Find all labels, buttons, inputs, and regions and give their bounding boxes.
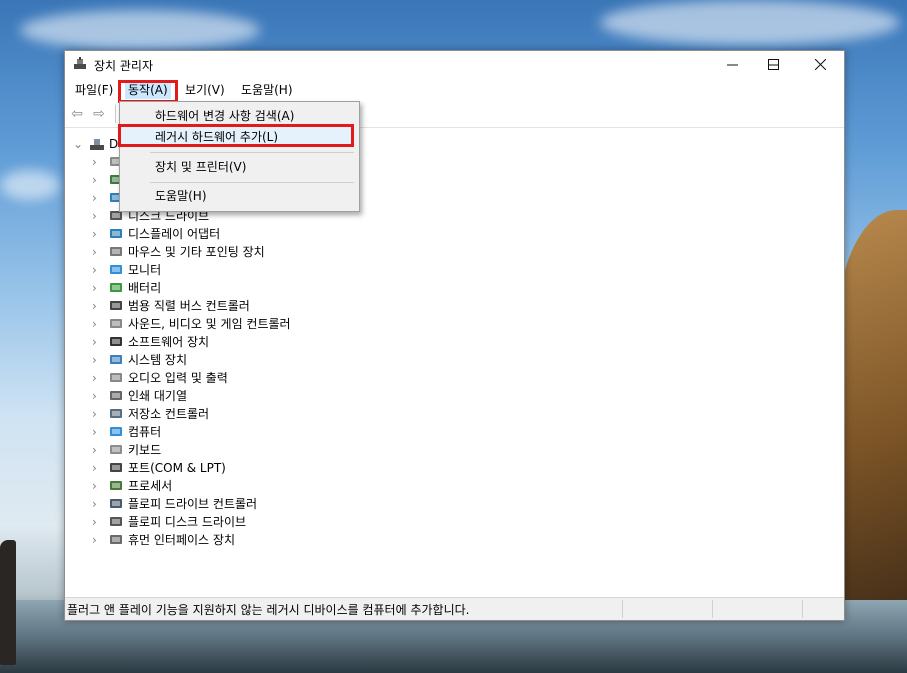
close-icon — [814, 58, 826, 70]
tree-item-label: 마우스 및 기타 포인팅 장치 — [128, 245, 265, 259]
chevron-right-icon[interactable]: › — [92, 531, 100, 549]
tree-item-label: 저장소 컨트롤러 — [128, 407, 210, 421]
background-cloud — [600, 0, 900, 45]
tree-item-label: 포트(COM & LPT) — [128, 461, 226, 475]
chevron-right-icon[interactable]: › — [92, 369, 100, 387]
port-icon — [110, 463, 122, 472]
legacy-hardware-highlight-box — [118, 124, 354, 147]
status-divider — [712, 600, 713, 618]
chevron-right-icon[interactable]: › — [92, 423, 100, 441]
chevron-right-icon[interactable]: › — [92, 225, 100, 243]
status-bar: 플러그 앤 플레이 기능을 지원하지 않는 레거시 디바이스를 컴퓨터에 추가합… — [65, 597, 844, 620]
menu-separator — [150, 182, 354, 183]
tree-item-label: 시스템 장치 — [128, 353, 188, 367]
computer-root-icon — [90, 139, 104, 150]
keyboard-icon — [110, 445, 122, 454]
chevron-right-icon[interactable]: › — [92, 351, 100, 369]
menu-help[interactable]: 도움말(H) — [238, 82, 296, 99]
device-manager-icon — [74, 57, 86, 69]
tree-root-label: D — [109, 137, 119, 151]
toolbar-separator — [115, 105, 116, 123]
chevron-right-icon[interactable]: › — [92, 171, 100, 189]
chevron-right-icon[interactable]: › — [92, 315, 100, 333]
menu-file[interactable]: 파일(F) — [72, 82, 116, 99]
tree-item-label: 모니터 — [128, 263, 162, 277]
background-cloud — [0, 170, 60, 200]
tree-item-label: 사운드, 비디오 및 게임 컨트롤러 — [128, 317, 291, 331]
maximize-icon — [767, 58, 779, 70]
battery-icon — [110, 283, 122, 292]
display-adapter-icon — [110, 229, 122, 238]
chevron-right-icon[interactable]: › — [92, 153, 100, 171]
tree-item-label: 프로세서 — [128, 479, 173, 493]
tree-item-label: 디스플레이 어댑터 — [128, 227, 221, 241]
menu-separator — [150, 152, 354, 153]
chevron-right-icon[interactable]: › — [92, 477, 100, 495]
tree-item-label: 휴먼 인터페이스 장치 — [128, 533, 235, 547]
speaker-icon — [110, 319, 122, 328]
tree-item-label: 오디오 입력 및 출력 — [128, 371, 228, 385]
chevron-right-icon[interactable]: › — [92, 513, 100, 531]
floppy-drive-icon — [110, 517, 122, 526]
tree-item-label: 플로피 디스크 드라이브 — [128, 515, 247, 529]
background-cloud — [20, 10, 260, 50]
chevron-right-icon[interactable]: › — [92, 243, 100, 261]
system-folder-icon — [110, 355, 122, 364]
tree-item-label: 배터리 — [128, 281, 162, 295]
printer-icon — [110, 391, 122, 400]
chevron-right-icon[interactable]: › — [92, 207, 100, 225]
floppy-controller-icon — [110, 499, 122, 508]
monitor-icon — [110, 265, 122, 274]
usb-icon — [110, 301, 122, 310]
status-text: 플러그 앤 플레이 기능을 지원하지 않는 레거시 디바이스를 컴퓨터에 추가합… — [67, 603, 470, 617]
maximize-button[interactable] — [758, 52, 788, 76]
tree-item-label: 인쇄 대기열 — [128, 389, 188, 403]
chevron-right-icon[interactable]: › — [92, 441, 100, 459]
computer-icon — [110, 427, 122, 436]
tree-item-label: 플로피 드라이브 컨트롤러 — [128, 497, 258, 511]
menu-item-devices-and-printers[interactable]: 장치 및 프린터(V) — [122, 156, 355, 178]
chevron-right-icon[interactable]: › — [92, 387, 100, 405]
close-button[interactable] — [805, 52, 835, 76]
chevron-right-icon[interactable]: › — [92, 189, 100, 207]
minimize-icon — [726, 64, 738, 65]
action-dropdown-menu: 하드웨어 변경 사항 검색(A) 레거시 하드웨어 추가(L) 장치 및 프린터… — [119, 101, 360, 212]
chevron-right-icon[interactable]: › — [92, 261, 100, 279]
speaker-icon — [110, 373, 122, 382]
hid-icon — [110, 535, 122, 544]
tree-item-label: 소프트웨어 장치 — [128, 335, 210, 349]
forward-arrow-icon[interactable]: ⇨ — [91, 107, 107, 121]
tree-item-label: 범용 직렬 버스 컨트롤러 — [128, 299, 250, 313]
menu-item-help[interactable]: 도움말(H) — [122, 185, 355, 207]
status-divider — [802, 600, 803, 618]
background-person — [0, 540, 16, 665]
window-title: 장치 관리자 — [94, 59, 154, 73]
tree-item-label: 컴퓨터 — [128, 425, 162, 439]
mouse-icon — [110, 247, 122, 256]
status-divider — [622, 600, 623, 618]
chevron-down-icon[interactable]: ⌄ — [73, 135, 83, 153]
software-device-icon — [110, 337, 122, 346]
storage-controller-icon — [110, 409, 122, 418]
chevron-right-icon[interactable]: › — [92, 459, 100, 477]
tree-item-label: 키보드 — [128, 443, 162, 457]
back-arrow-icon[interactable]: ⇦ — [69, 107, 85, 121]
chevron-right-icon[interactable]: › — [92, 333, 100, 351]
menu-bar: 파일(F) 동작(A) 보기(V) 도움말(H) — [65, 79, 844, 101]
menu-view[interactable]: 보기(V) — [182, 82, 228, 99]
chevron-right-icon[interactable]: › — [92, 405, 100, 423]
processor-icon — [110, 481, 122, 490]
chevron-right-icon[interactable]: › — [92, 495, 100, 513]
action-menu-highlight-box — [118, 80, 178, 103]
chevron-right-icon[interactable]: › — [92, 297, 100, 315]
background-rock — [837, 210, 907, 630]
minimize-button[interactable] — [717, 52, 747, 76]
chevron-right-icon[interactable]: › — [92, 279, 100, 297]
